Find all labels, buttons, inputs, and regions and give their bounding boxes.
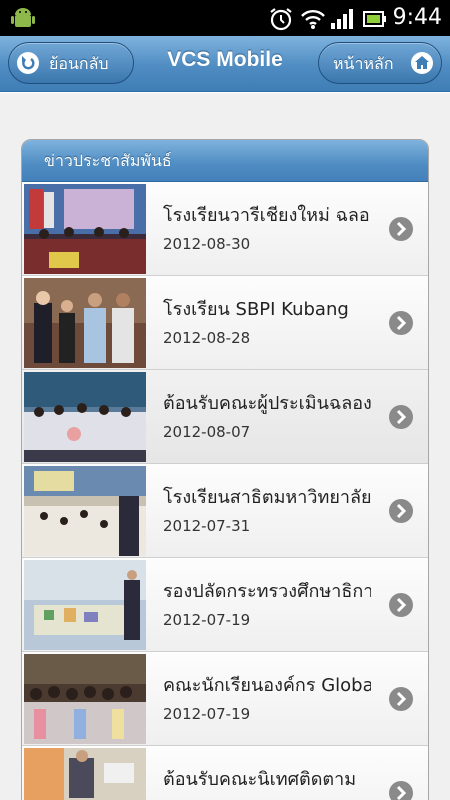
news-item[interactable]: ต้อนรับคณะนิเทศติดตาม bbox=[22, 746, 428, 800]
news-title: โรงเรียนวารีเชียงใหม่ ฉลอง bbox=[163, 205, 371, 226]
news-title: โรงเรียนสาธิตมหาวิทยาลัย bbox=[163, 487, 371, 508]
news-item[interactable]: ต้อนรับคณะผู้ประเมินฉลอง 2012-08-07 bbox=[22, 370, 428, 464]
news-date: 2012-08-07 bbox=[163, 423, 251, 441]
news-thumbnail bbox=[24, 560, 146, 650]
news-thumbnail bbox=[24, 184, 146, 274]
news-title: คณะนักเรียนองค์กร Global bbox=[163, 675, 371, 696]
content-area: ข่าวประชาสัมพันธ์ โรงเรียนวารีเชียงใหม่ … bbox=[0, 93, 450, 800]
news-list-heading: ข่าวประชาสัมพันธ์ bbox=[22, 140, 428, 182]
chevron-right-icon bbox=[388, 216, 414, 242]
news-item[interactable]: โรงเรียนวารีเชียงใหม่ ฉลอง 2012-08-30 bbox=[22, 182, 428, 276]
android-icon bbox=[10, 5, 36, 31]
chevron-right-icon bbox=[388, 404, 414, 430]
status-time: 9:44 bbox=[392, 5, 442, 30]
signal-icon bbox=[330, 8, 354, 30]
chevron-right-icon bbox=[388, 498, 414, 524]
news-thumbnail bbox=[24, 372, 146, 462]
news-date: 2012-07-31 bbox=[163, 517, 251, 535]
news-date: 2012-07-19 bbox=[163, 705, 251, 723]
news-title: โรงเรียน SBPI Kubang bbox=[163, 299, 349, 320]
news-title: ต้อนรับคณะนิเทศติดตาม bbox=[163, 769, 357, 790]
home-button[interactable]: หน้าหลัก bbox=[318, 42, 442, 84]
home-icon bbox=[411, 52, 433, 74]
status-bar: 9:44 bbox=[0, 0, 450, 36]
app-header: ย้อนกลับ VCS Mobile หน้าหลัก bbox=[0, 36, 450, 92]
news-thumbnail bbox=[24, 748, 146, 800]
news-item[interactable]: คณะนักเรียนองค์กร Global 2012-07-19 bbox=[22, 652, 428, 746]
news-list: ข่าวประชาสัมพันธ์ โรงเรียนวารีเชียงใหม่ … bbox=[21, 139, 429, 800]
chevron-right-icon bbox=[388, 592, 414, 618]
news-item[interactable]: รองปลัดกระทรวงศึกษาธิการ 2012-07-19 bbox=[22, 558, 428, 652]
news-thumbnail bbox=[24, 466, 146, 556]
news-title: รองปลัดกระทรวงศึกษาธิการ bbox=[163, 581, 371, 602]
news-date: 2012-08-28 bbox=[163, 329, 251, 347]
wifi-icon bbox=[300, 8, 326, 30]
news-thumbnail bbox=[24, 654, 146, 744]
news-item[interactable]: โรงเรียน SBPI Kubang 2012-08-28 bbox=[22, 276, 428, 370]
home-label: หน้าหลัก bbox=[333, 54, 394, 73]
news-date: 2012-08-30 bbox=[163, 235, 251, 253]
alarm-icon bbox=[268, 6, 294, 32]
news-title: ต้อนรับคณะผู้ประเมินฉลอง bbox=[163, 393, 371, 414]
news-date: 2012-07-19 bbox=[163, 611, 251, 629]
news-item[interactable]: โรงเรียนสาธิตมหาวิทยาลัย 2012-07-31 bbox=[22, 464, 428, 558]
battery-icon bbox=[363, 10, 387, 28]
news-thumbnail bbox=[24, 278, 146, 368]
chevron-right-icon bbox=[388, 686, 414, 712]
chevron-right-icon bbox=[388, 780, 414, 800]
chevron-right-icon bbox=[388, 310, 414, 336]
